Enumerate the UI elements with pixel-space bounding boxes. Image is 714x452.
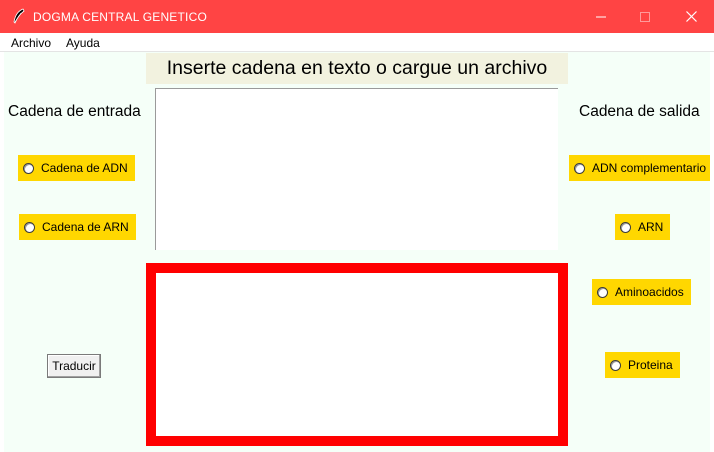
radio-circle-icon [23, 162, 34, 174]
menu-bar: Archivo Ayuda [0, 33, 714, 52]
radio-cadena-arn[interactable]: Cadena de ARN [19, 214, 136, 240]
radio-arn[interactable]: ARN [615, 214, 671, 240]
radio-aminoacidos[interactable]: Aminoacidos [592, 279, 691, 305]
radio-circle-icon [620, 221, 631, 233]
translate-button[interactable]: Traducir [47, 354, 101, 378]
radio-label: Cadena de ADN [41, 161, 128, 175]
input-section-label: Cadena de entrada [8, 103, 141, 120]
maximize-icon [640, 11, 650, 22]
minimize-icon [596, 16, 606, 17]
radio-label: ADN complementario [592, 161, 707, 175]
radio-proteina[interactable]: Proteina [605, 352, 680, 378]
prompt-label: Inserte cadena en texto o cargue un arch… [146, 53, 568, 84]
radio-label: ARN [638, 220, 664, 234]
output-text-area[interactable] [146, 263, 568, 446]
menu-archivo[interactable]: Archivo [11, 36, 51, 50]
radio-label: Cadena de ARN [42, 220, 129, 234]
radio-label: Proteina [628, 358, 673, 372]
radio-label: Aminoacidos [615, 285, 684, 299]
radio-circle-icon [610, 359, 621, 371]
close-button[interactable] [668, 0, 714, 33]
output-section-label: Cadena de salida [579, 103, 700, 120]
window-edge-right [710, 52, 714, 452]
input-text-area[interactable] [155, 88, 558, 250]
radio-cadena-adn[interactable]: Cadena de ADN [18, 155, 135, 181]
radio-circle-icon [597, 286, 608, 298]
window-title: DOGMA CENTRAL GENETICO [33, 10, 207, 24]
title-bar: DOGMA CENTRAL GENETICO [0, 0, 714, 33]
radio-adn-complementario[interactable]: ADN complementario [569, 155, 711, 181]
radio-circle-icon [574, 162, 585, 174]
feather-icon [12, 8, 26, 24]
close-icon [685, 11, 697, 22]
menu-ayuda[interactable]: Ayuda [66, 36, 100, 50]
radio-circle-icon [24, 221, 35, 233]
window-edge-left [0, 52, 4, 452]
minimize-button[interactable] [578, 0, 624, 33]
maximize-button[interactable] [622, 0, 668, 33]
